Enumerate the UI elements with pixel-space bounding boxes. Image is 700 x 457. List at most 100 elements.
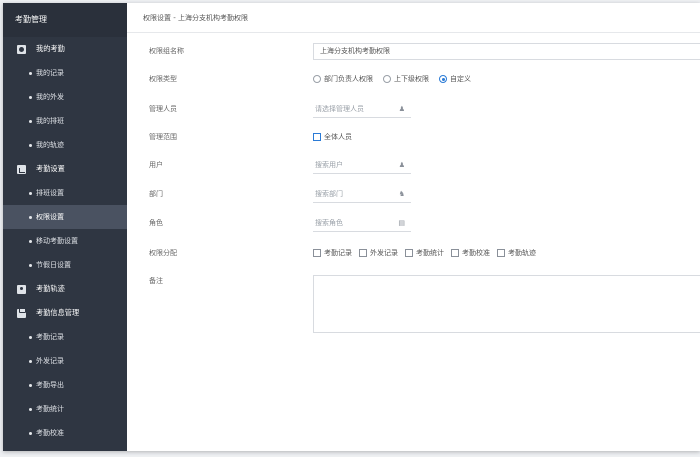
radio-dot <box>313 75 321 83</box>
menu-item-label: 排班设置 <box>36 189 64 197</box>
perm-type-label: 权限类型 <box>149 75 177 83</box>
menu-item-label: 移动考勤设置 <box>36 237 78 245</box>
menu-group-my-attendance[interactable]: 我的考勤 <box>3 37 127 61</box>
checkbox-box <box>497 249 505 257</box>
menu-item-outgoing-records[interactable]: 外发记录 <box>3 349 127 373</box>
form-row-role: 角色 搜索角色 ▤ <box>127 213 700 233</box>
checkbox-attendance-calibration[interactable]: 考勤校准 <box>451 248 490 258</box>
group-name-label: 权限组名称 <box>149 47 184 55</box>
menu-group-label: 考勤轨迹 <box>36 284 65 293</box>
form-row-group-name: 权限组名称 上海分支机构考勤权限 <box>127 41 700 61</box>
checkbox-label: 外发记录 <box>370 249 398 257</box>
checkbox-box <box>405 249 413 257</box>
radio-label: 上下级权限 <box>394 75 429 83</box>
menu-item-label: 考勤记录 <box>36 333 64 341</box>
manager-label: 管理人员 <box>149 105 177 113</box>
menu-group-label: 考勤设置 <box>36 164 65 173</box>
menu-item-mobile-settings[interactable]: 移动考勤设置 <box>3 229 127 253</box>
menu-item-holiday-settings[interactable]: 节假日设置 <box>3 253 127 277</box>
org-icon: ♞ <box>398 189 405 198</box>
menu-item-label: 我的外发 <box>36 93 64 101</box>
menu-item-label: 我的记录 <box>36 69 64 77</box>
menu-item-attendance-calibration[interactable]: 考勤校准 <box>3 421 127 445</box>
menu-item-my-records[interactable]: 我的记录 <box>3 61 127 85</box>
checkbox-outgoing-records[interactable]: 外发记录 <box>359 248 398 258</box>
menu-item-label: 我的排班 <box>36 117 64 125</box>
dept-label: 部门 <box>149 190 163 198</box>
sidebar-title: 考勤管理 <box>3 3 127 37</box>
menu-group-attendance-info[interactable]: 考勤信息管理 <box>3 301 127 325</box>
chart-icon <box>17 164 26 174</box>
menu-group-label: 我的考勤 <box>36 44 65 53</box>
checkbox-box <box>313 133 321 141</box>
dept-placeholder: 搜索部门 <box>315 189 343 198</box>
group-name-input[interactable]: 上海分支机构考勤权限 <box>313 42 700 60</box>
role-placeholder: 搜索角色 <box>315 218 343 227</box>
checkbox-box <box>451 249 459 257</box>
checkbox-all-staff[interactable]: 全体人员 <box>313 132 352 142</box>
menu-item-schedule-settings[interactable]: 排班设置 <box>3 181 127 205</box>
menu-item-label: 外发记录 <box>36 357 64 365</box>
perm-assign-label: 权限分配 <box>149 249 177 257</box>
clipboard-icon <box>17 307 26 318</box>
dept-search-input[interactable]: 搜索部门 ♞ <box>313 186 411 203</box>
menu-item-attendance-records[interactable]: 考勤记录 <box>3 325 127 349</box>
form-row-user: 用户 搜索用户 ♟ <box>127 155 700 175</box>
form-row-perm-type: 权限类型 部门负责人权限 上下级权限 自定义 <box>127 69 700 89</box>
role-search-input[interactable]: 搜索角色 ▤ <box>313 215 411 232</box>
menu-item-my-outgoing[interactable]: 我的外发 <box>3 85 127 109</box>
checkbox-label: 考勤轨迹 <box>508 249 536 257</box>
app-window: 考勤管理 我的考勤 我的记录 我的外发 我的排班 我的轨迹 考勤设置 排班设置 … <box>3 3 700 451</box>
menu-item-label: 我的轨迹 <box>36 141 64 149</box>
menu-item-label: 考勤统计 <box>36 405 64 413</box>
menu-item-permission-settings[interactable]: 权限设置 <box>3 205 127 229</box>
menu-item-label: 权限设置 <box>36 213 64 221</box>
manager-placeholder: 请选择管理人员 <box>315 104 364 113</box>
user-label: 用户 <box>149 161 163 169</box>
note-textarea[interactable] <box>313 275 700 333</box>
checkbox-box <box>359 249 367 257</box>
menu-item-attendance-stats[interactable]: 考勤统计 <box>3 397 127 421</box>
checkbox-box <box>313 249 321 257</box>
checkbox-label: 考勤校准 <box>462 249 490 257</box>
form-row-manager: 管理人员 请选择管理人员 ♟ <box>127 99 700 119</box>
radio-hierarchy[interactable]: 上下级权限 <box>383 74 429 84</box>
menu-item-my-schedule[interactable]: 我的排班 <box>3 109 127 133</box>
form-row-scope: 管理范围 全体人员 <box>127 127 700 147</box>
menu-group-attendance-settings[interactable]: 考勤设置 <box>3 157 127 181</box>
user-icon <box>17 44 26 54</box>
menu-item-label: 节假日设置 <box>36 261 71 269</box>
menu-group-attendance-track[interactable]: 考勤轨迹 <box>3 277 127 301</box>
checkbox-label: 全体人员 <box>324 133 352 141</box>
form-row-perm-assign: 权限分配 考勤记录 外发记录 考勤统计 考勤校准 考勤轨迹 <box>127 243 700 263</box>
id-card-icon: ▤ <box>398 218 405 227</box>
radio-dot <box>383 75 391 83</box>
sidebar: 考勤管理 我的考勤 我的记录 我的外发 我的排班 我的轨迹 考勤设置 排班设置 … <box>3 3 127 451</box>
checkbox-label: 考勤记录 <box>324 249 352 257</box>
radio-dot <box>439 75 447 83</box>
main-content: 权限设置 - 上海分支机构考勤权限 权限组名称 上海分支机构考勤权限 权限类型 … <box>127 3 700 451</box>
breadcrumb: 权限设置 - 上海分支机构考勤权限 <box>127 3 700 33</box>
user-placeholder: 搜索用户 <box>315 160 343 169</box>
person-icon: ♟ <box>398 160 405 169</box>
scope-label: 管理范围 <box>149 133 177 141</box>
checkbox-attendance-track[interactable]: 考勤轨迹 <box>497 248 536 258</box>
map-icon <box>17 284 26 294</box>
form-row-dept: 部门 搜索部门 ♞ <box>127 184 700 204</box>
checkbox-attendance-records[interactable]: 考勤记录 <box>313 248 352 258</box>
person-icon: ♟ <box>398 104 405 113</box>
menu-item-my-track[interactable]: 我的轨迹 <box>3 133 127 157</box>
radio-label: 自定义 <box>450 75 471 83</box>
note-label: 备注 <box>149 277 163 285</box>
menu-item-attendance-export[interactable]: 考勤导出 <box>3 373 127 397</box>
user-search-input[interactable]: 搜索用户 ♟ <box>313 157 411 174</box>
manager-input[interactable]: 请选择管理人员 ♟ <box>313 101 411 118</box>
radio-label: 部门负责人权限 <box>324 75 373 83</box>
checkbox-attendance-stats[interactable]: 考勤统计 <box>405 248 444 258</box>
role-label: 角色 <box>149 219 163 227</box>
radio-custom[interactable]: 自定义 <box>439 74 471 84</box>
radio-dept-head[interactable]: 部门负责人权限 <box>313 74 373 84</box>
menu-item-label: 考勤导出 <box>36 381 64 389</box>
menu-item-label: 考勤校准 <box>36 429 64 437</box>
checkbox-label: 考勤统计 <box>416 249 444 257</box>
